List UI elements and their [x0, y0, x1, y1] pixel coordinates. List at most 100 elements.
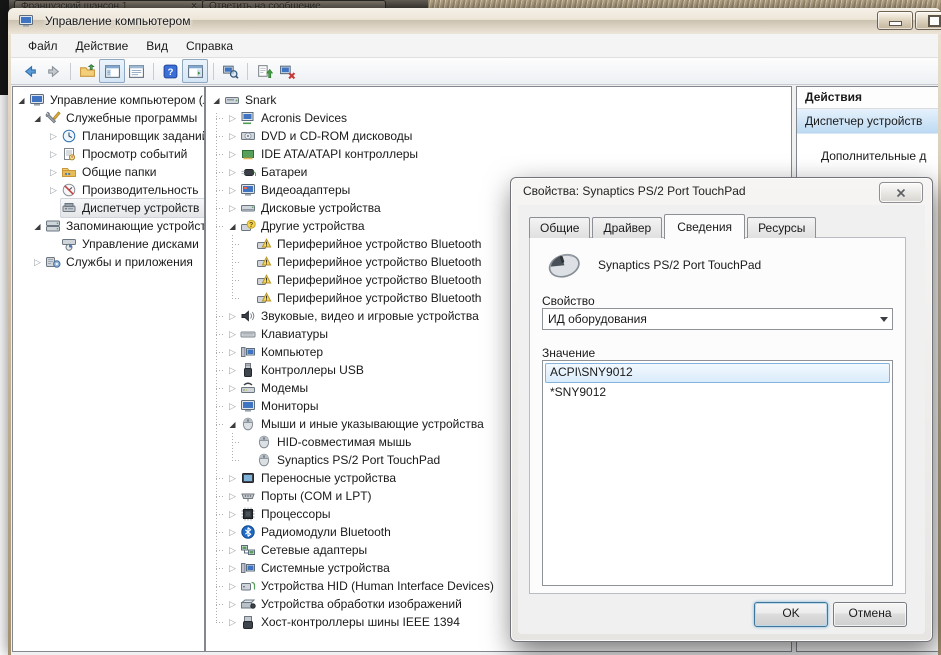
expand-arrow[interactable] — [226, 577, 239, 595]
scan-hardware-changes-button[interactable] — [219, 60, 242, 82]
expand-arrow[interactable] — [47, 145, 60, 163]
titlebar[interactable]: Управление компьютером — [8, 8, 941, 34]
expand-arrow[interactable] — [47, 181, 60, 199]
expand-arrow[interactable] — [226, 487, 239, 505]
expand-arrow[interactable] — [47, 127, 60, 145]
console-tree-item[interactable]: Управление компьютером (л — [13, 91, 204, 109]
cancel-button[interactable]: Отмена — [833, 602, 907, 627]
dialog-tab[interactable]: Ресурсы — [747, 217, 816, 238]
bluetooth-warning-icon — [256, 236, 272, 252]
console-tree-item[interactable]: Службы и приложения — [13, 253, 204, 271]
expand-arrow[interactable] — [226, 109, 239, 127]
device-tree-item[interactable]: DVD и CD-ROM дисководы — [206, 127, 791, 145]
back-button[interactable] — [19, 60, 42, 82]
expand-arrow[interactable] — [226, 343, 239, 361]
show-action-pane-button[interactable] — [182, 59, 208, 83]
combobox-dropdown-button[interactable] — [875, 309, 892, 329]
properties-button[interactable] — [125, 60, 148, 82]
expand-arrow[interactable] — [226, 163, 239, 181]
ok-button[interactable]: OK — [754, 602, 828, 627]
expand-arrow[interactable] — [226, 469, 239, 487]
com-port-icon — [240, 488, 256, 504]
network-device-icon — [240, 110, 256, 126]
value-list-item[interactable]: *SNY9012 — [545, 383, 890, 403]
tree-item-label: Сетевые адаптеры — [261, 543, 367, 557]
console-tree-item[interactable]: Общие папки — [13, 163, 204, 181]
help-icon — [162, 63, 179, 80]
bluetooth-warning-icon — [256, 254, 272, 270]
console-tree-item[interactable]: Запоминающие устройст — [13, 217, 204, 235]
help-button[interactable] — [159, 60, 182, 82]
expand-arrow[interactable] — [210, 91, 223, 110]
tree-item-label: Периферийное устройство Bluetooth — [277, 291, 481, 305]
expand-arrow[interactable] — [47, 163, 60, 181]
keyboard-icon — [240, 326, 256, 342]
tree-item-label: Управление компьютером (л — [50, 93, 205, 107]
console-tree-item[interactable]: Планировщик заданий — [13, 127, 204, 145]
expand-arrow[interactable] — [226, 307, 239, 325]
expand-arrow[interactable] — [226, 379, 239, 397]
menu-item[interactable]: Файл — [19, 36, 67, 56]
tree-item-label: Диспетчер устройств — [82, 201, 199, 215]
actions-selected-item[interactable]: Диспетчер устройств — [797, 109, 938, 134]
expand-arrow[interactable] — [226, 181, 239, 199]
console-tree-item[interactable]: Просмотр событий — [13, 145, 204, 163]
tree-item-label: Видеоадаптеры — [261, 183, 350, 197]
tree-item-label: Порты (COM и LPT) — [261, 489, 372, 503]
disk-management-icon — [61, 236, 77, 252]
expand-arrow[interactable] — [226, 361, 239, 379]
console-tree-item[interactable]: Производительность — [13, 181, 204, 199]
device-tree-item[interactable]: IDE ATA/ATAPI контроллеры — [206, 145, 791, 163]
device-tree-item[interactable]: Acronis Devices — [206, 109, 791, 127]
expand-arrow[interactable] — [226, 217, 239, 236]
portable-device-icon — [240, 470, 256, 486]
expand-arrow[interactable] — [31, 109, 44, 128]
expand-arrow[interactable] — [226, 145, 239, 163]
tree-item-label: Компьютер — [261, 345, 323, 359]
value-list-item[interactable]: ACPI\SNY9012 — [545, 363, 890, 383]
expand-arrow[interactable] — [31, 217, 44, 236]
maximize-button[interactable] — [915, 11, 941, 30]
expand-arrow[interactable] — [226, 415, 239, 434]
forward-icon — [45, 63, 62, 80]
device-tree-item[interactable]: Snark — [206, 91, 791, 109]
bluetooth-icon — [240, 524, 256, 540]
expand-arrow[interactable] — [226, 613, 239, 631]
dialog-close-button[interactable] — [879, 182, 923, 203]
update-driver-button[interactable] — [253, 60, 276, 82]
minimize-button[interactable] — [877, 11, 913, 30]
console-tree-item[interactable]: Служебные программы — [13, 109, 204, 127]
device-manager-icon — [61, 200, 77, 216]
dialog-tab[interactable]: Общие — [529, 217, 590, 238]
expand-arrow[interactable] — [226, 127, 239, 145]
export-list-button[interactable] — [76, 60, 99, 82]
expand-arrow[interactable] — [31, 253, 44, 271]
expand-arrow[interactable] — [15, 91, 28, 110]
uninstall-device-button[interactable] — [276, 60, 299, 82]
tree-item-label: Synaptics PS/2 Port TouchPad — [277, 453, 440, 467]
actions-more-item[interactable]: Дополнительные д — [797, 149, 938, 163]
toolbar-separator — [247, 63, 248, 80]
forward-button[interactable] — [42, 60, 65, 82]
expand-arrow[interactable] — [226, 595, 239, 613]
dialog-tabs: ОбщиеДрайверСведенияРесурсы — [529, 213, 818, 238]
expand-arrow[interactable] — [226, 523, 239, 541]
show-console-tree-button[interactable] — [99, 59, 125, 83]
menu-item[interactable]: Справка — [177, 36, 242, 56]
expand-arrow[interactable] — [226, 541, 239, 559]
console-tree-item[interactable]: Управление дисками — [13, 235, 204, 253]
tree-item-label: Snark — [245, 93, 276, 107]
expand-arrow[interactable] — [226, 505, 239, 523]
dialog-tab[interactable]: Сведения — [664, 214, 745, 239]
expand-arrow[interactable] — [226, 325, 239, 343]
console-tree-item[interactable]: Диспетчер устройств — [13, 199, 204, 217]
tree-item-label: Дисковые устройства — [261, 201, 381, 215]
expand-arrow[interactable] — [226, 199, 239, 217]
dialog-tab[interactable]: Драйвер — [592, 217, 662, 238]
menu-item[interactable]: Вид — [137, 36, 177, 56]
expand-arrow[interactable] — [226, 559, 239, 577]
menu-item[interactable]: Действие — [67, 36, 138, 56]
property-combobox[interactable]: ИД оборудования — [542, 308, 893, 330]
value-listbox[interactable]: ACPI\SNY9012*SNY9012 — [542, 360, 893, 586]
expand-arrow[interactable] — [226, 397, 239, 415]
